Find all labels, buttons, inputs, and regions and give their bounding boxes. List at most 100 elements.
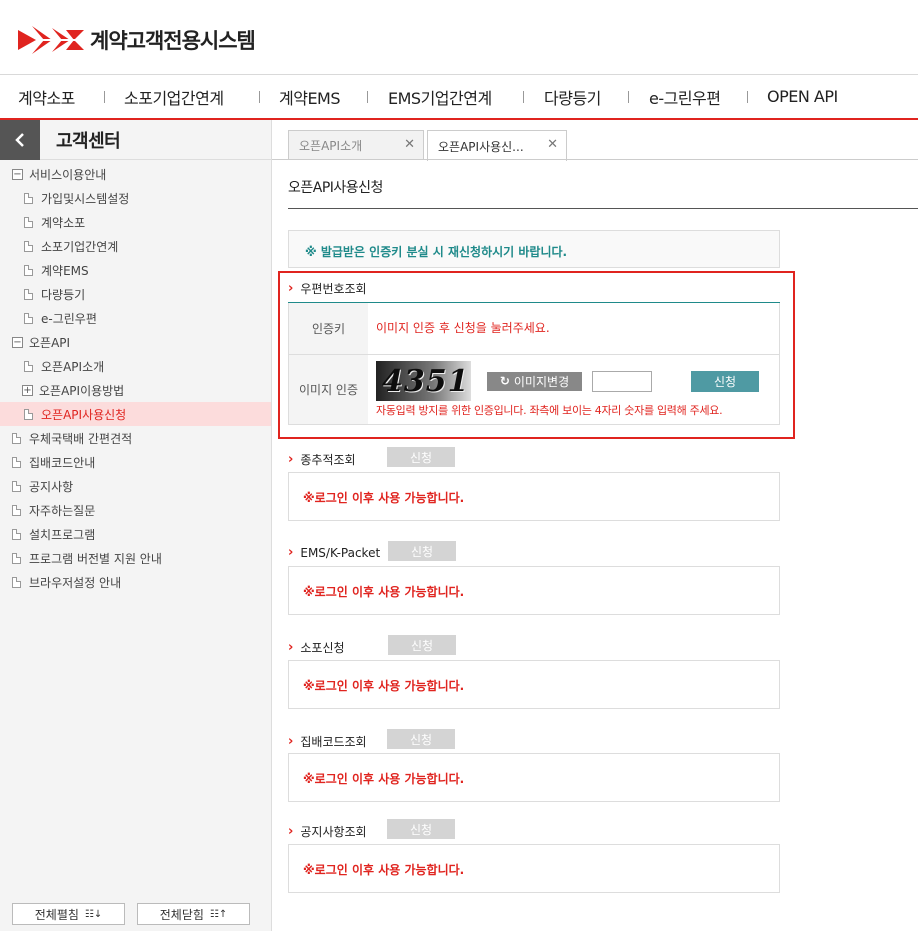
lnb-tree-item[interactable]: 우체국택배 간편견적 [0, 426, 271, 450]
auth-key-row: 인증키 이미지 인증 후 신청을 눌러주세요. [288, 303, 780, 355]
lnb-tree-label: 공지사항 [29, 479, 74, 494]
tab-label: 오픈API소개 [299, 139, 363, 153]
tab-openapi-intro[interactable]: 오픈API소개 ✕ [288, 130, 424, 160]
document-icon [12, 576, 21, 588]
zip-apply-button[interactable]: 신청 [691, 370, 759, 392]
parcel-apply-button[interactable]: 신청 [388, 635, 456, 655]
close-icon[interactable]: ✕ [404, 137, 415, 152]
delivery-code-section-title: › 집배코드조회 [288, 733, 367, 750]
expand-list-icon: ☷↓ [84, 908, 103, 920]
lnb-tree-item[interactable]: 설치프로그램 [0, 522, 271, 546]
tab-openapi-apply[interactable]: 오픈API사용신... ✕ [427, 130, 567, 161]
lnb-tree: − 서비스이용안내 가입및시스템설정 계약소포 소포기업간연계 계약EMS 다량등기 e-그린… [0, 162, 271, 594]
lnb-tree-item[interactable]: 계약소포 [0, 210, 271, 234]
collapse-box-icon[interactable]: − [12, 336, 23, 348]
lnb-tree-label: 계약EMS [41, 263, 89, 278]
document-icon [12, 528, 21, 540]
lnb-tree-item[interactable]: 소포기업간연계 [0, 234, 271, 258]
expand-all-label: 전체펼침 [34, 907, 79, 922]
global-nav: 계약소포 소포기업간연계 계약EMS EMS기업간연계 다량등기 e-그린우편 … [0, 74, 918, 120]
auth-key-label: 인증키 [288, 303, 368, 354]
lnb-tree-label: 프로그램 버전별 지원 안내 [29, 551, 162, 566]
lnb-tree-item[interactable]: 오픈API사용신청 [0, 402, 271, 426]
lnb-tree-item[interactable]: 다량등기 [0, 282, 271, 306]
lnb-tree-item[interactable]: 계약EMS [0, 258, 271, 282]
document-icon [24, 360, 33, 372]
lnb-tree-item[interactable]: 프로그램 버전별 지원 안내 [0, 546, 271, 570]
tab-bar: 오픈API소개 ✕ 오픈API사용신... ✕ [288, 130, 570, 161]
close-icon[interactable]: ✕ [547, 137, 558, 152]
logo-text: 계약고객전용시스템 [90, 29, 256, 53]
lnb-tree-item[interactable]: 자주하는질문 [0, 498, 271, 522]
chevron-right-icon: › [288, 734, 294, 749]
lnb-tree-label: 집배코드안내 [29, 455, 96, 470]
chevron-right-icon: › [288, 452, 294, 467]
chevron-left-icon[interactable] [0, 119, 40, 160]
gnb-item-contract-ems[interactable]: 계약EMS [260, 85, 368, 109]
document-icon [24, 312, 33, 324]
document-icon [12, 552, 21, 564]
zip-section-title: › 우편번호조회 [288, 280, 367, 297]
lnb-tree-label: 오픈API소개 [41, 359, 105, 374]
image-auth-label: 이미지 인증 [288, 355, 368, 424]
document-icon [24, 192, 33, 204]
expand-all-button[interactable]: 전체펼침 ☷↓ [12, 903, 125, 925]
title-divider [288, 208, 918, 209]
captcha-input[interactable] [592, 370, 652, 392]
lnb-tree-label: 서비스이용안내 [29, 167, 107, 182]
collapse-all-label: 전체닫힘 [159, 907, 204, 922]
document-icon [24, 240, 33, 252]
lnb-tree-item[interactable]: 공지사항 [0, 474, 271, 498]
logo[interactable]: 계약고객전용시스템 [18, 24, 256, 56]
lnb-tree-item[interactable]: 브라우저설정 안내 [0, 570, 271, 594]
collapse-all-button[interactable]: 전체닫힘 ☷↑ [137, 903, 250, 925]
zip-form-table: 인증키 이미지 인증 후 신청을 눌러주세요. 이미지 인증 4351 ↻ 이미… [288, 302, 780, 425]
section-title-label: 소포신청 [300, 641, 345, 655]
gnb-item-e-green-post[interactable]: e-그린우편 [629, 85, 748, 109]
lnb-tree-label: 오픈API이용방법 [39, 383, 125, 398]
lnb-footer: 전체펼침 ☷↓ 전체닫힘 ☷↑ [12, 903, 250, 925]
lnb-tree-item[interactable]: e-그린우편 [0, 306, 271, 330]
gnb-item-ems-b2b[interactable]: EMS기업간연계 [368, 85, 524, 109]
captcha-help-message: 자동입력 방지를 위한 인증입니다. 좌측에 보이는 4자리 숫자를 입력해 주… [376, 404, 723, 417]
gnb-item-contract-parcel[interactable]: 계약소포 [0, 85, 105, 109]
captcha-image: 4351 [376, 361, 471, 401]
section-title-label: 우편번호조회 [300, 282, 367, 296]
lnb-tree-label: 오픈API [29, 335, 71, 350]
parcel-login-message: ※로그인 이후 사용 가능합니다. [288, 660, 780, 709]
gnb-item-label: e-그린우편 [649, 88, 721, 108]
lnb-tree-item[interactable]: 오픈API소개 [0, 354, 271, 378]
notice-apply-button[interactable]: 신청 [387, 819, 455, 839]
document-icon [24, 408, 33, 420]
chevron-right-icon: › [288, 281, 294, 296]
lnb-tree-label: 우체국택배 간편견적 [29, 431, 133, 446]
document-icon [12, 504, 21, 516]
logo-mark-icon [18, 26, 84, 54]
document-icon [12, 456, 21, 468]
header: 계약고객전용시스템 [0, 0, 918, 74]
lnb-tree-label: 자주하는질문 [29, 503, 96, 518]
lnb-tree-label: e-그린우편 [41, 311, 97, 326]
gnb-item-open-api[interactable]: OPEN API [748, 87, 860, 106]
expand-box-icon[interactable]: + [22, 384, 33, 396]
lnb-tree-item[interactable]: − 오픈API [0, 330, 271, 354]
lnb-tree-item[interactable]: 가입및시스템설정 [0, 186, 271, 210]
gnb-item-bulk-registered[interactable]: 다량등기 [524, 85, 629, 109]
captcha-refresh-button[interactable]: ↻ 이미지변경 [487, 371, 582, 391]
collapse-box-icon[interactable]: − [12, 168, 23, 180]
lnb-title: 고객센터 [56, 130, 121, 152]
tracking-section-title: › 종추적조회 [288, 451, 356, 468]
delivery-code-apply-button[interactable]: 신청 [387, 729, 455, 749]
notice-box: ※ 발급받은 인증키 분실 시 재신청하시기 바랍니다. [288, 230, 780, 268]
lnb-tree-item[interactable]: − 서비스이용안내 [0, 162, 271, 186]
tracking-apply-button[interactable]: 신청 [387, 447, 455, 467]
document-icon [24, 288, 33, 300]
chevron-right-icon: › [288, 545, 294, 560]
ems-apply-button[interactable]: 신청 [388, 541, 456, 561]
lnb-tree-label: 설치프로그램 [29, 527, 96, 542]
left-nav: 고객센터 − 서비스이용안내 가입및시스템설정 계약소포 소포기업간연계 계약EMS 다량등… [0, 119, 272, 931]
gnb-item-parcel-b2b[interactable]: 소포기업간연계 [105, 85, 260, 109]
lnb-tree-item[interactable]: + 오픈API이용방법 [0, 378, 271, 402]
lnb-tree-item[interactable]: 집배코드안내 [0, 450, 271, 474]
lnb-tree-label: 가입및시스템설정 [41, 191, 130, 206]
